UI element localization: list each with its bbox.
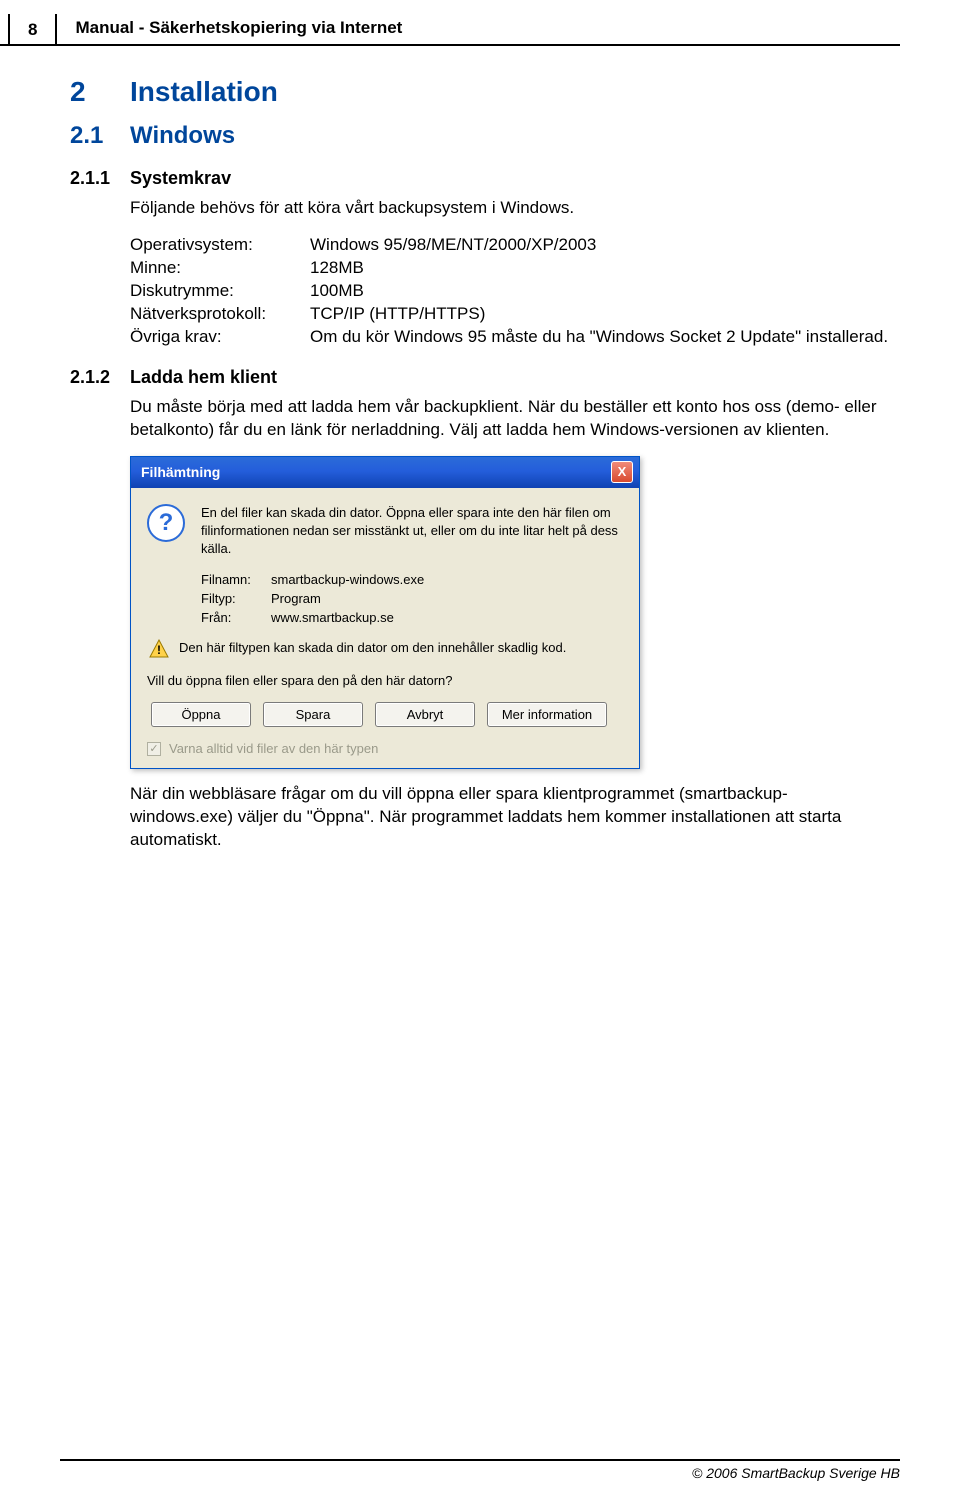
requirement-row: Operativsystem: Windows 95/98/ME/NT/2000… xyxy=(130,234,890,257)
ladda-hem-p1: Du måste börja med att ladda hem vår bac… xyxy=(130,396,890,442)
meta-label: Filtyp: xyxy=(201,591,271,606)
warning-icon: ! xyxy=(149,639,169,659)
req-label: Operativsystem: xyxy=(130,234,310,257)
req-value: Om du kör Windows 95 måste du ha "Window… xyxy=(310,326,890,349)
close-icon: X xyxy=(618,464,627,479)
meta-label: Från: xyxy=(201,610,271,625)
file-download-dialog: Filhämtning X ? En del filer kan skada d… xyxy=(130,456,640,770)
req-label: Minne: xyxy=(130,257,310,280)
save-button[interactable]: Spara xyxy=(263,702,363,727)
req-value: 128MB xyxy=(310,257,890,280)
heading-number: 2.1.2 xyxy=(70,367,130,388)
dialog-title: Filhämtning xyxy=(141,464,220,480)
open-button[interactable]: Öppna xyxy=(151,702,251,727)
req-label: Nätverksprotokoll: xyxy=(130,303,310,326)
meta-value: smartbackup-windows.exe xyxy=(271,572,424,587)
screenshot-dialog-wrap: Filhämtning X ? En del filer kan skada d… xyxy=(130,456,890,770)
requirement-row: Diskutrymme: 100MB xyxy=(130,280,890,303)
page-footer: © 2006 SmartBackup Sverige HB xyxy=(60,1459,900,1481)
question-icon: ? xyxy=(147,504,185,542)
page-number: 8 xyxy=(8,14,57,44)
req-label: Övriga krav: xyxy=(130,326,310,349)
req-value: Windows 95/98/ME/NT/2000/XP/2003 xyxy=(310,234,890,257)
heading-number: 2.1.1 xyxy=(70,168,130,189)
req-label: Diskutrymme: xyxy=(130,280,310,303)
dialog-body: ? En del filer kan skada din dator. Öppn… xyxy=(131,488,639,769)
heading-number: 2 xyxy=(70,76,130,108)
document-page: 8 Manual - Säkerhetskopiering via Intern… xyxy=(0,0,960,1509)
heading-text: Ladda hem klient xyxy=(130,367,277,388)
req-value: 100MB xyxy=(310,280,890,303)
heading-text: Installation xyxy=(130,76,278,108)
dialog-button-row: Öppna Spara Avbryt Mer information xyxy=(151,702,623,727)
close-button[interactable]: X xyxy=(611,461,633,483)
more-info-button[interactable]: Mer information xyxy=(487,702,607,727)
footer-copyright: © 2006 SmartBackup Sverige HB xyxy=(60,1459,900,1481)
dialog-prompt: Vill du öppna filen eller spara den på d… xyxy=(147,673,623,688)
dialog-warning-row: ! Den här filtypen kan skada din dator o… xyxy=(147,639,623,659)
ladda-hem-p2: När din webbläsare frågar om du vill öpp… xyxy=(130,783,890,852)
page-content: 2 Installation 2.1 Windows 2.1.1 Systemk… xyxy=(0,46,960,852)
dialog-intro-text: En del filer kan skada din dator. Öppna … xyxy=(201,504,623,559)
requirement-row: Minne: 128MB xyxy=(130,257,890,280)
meta-row-filetype: Filtyp: Program xyxy=(201,591,623,606)
svg-text:!: ! xyxy=(157,643,161,657)
meta-label: Filnamn: xyxy=(201,572,271,587)
heading-number: 2.1 xyxy=(70,122,130,150)
dialog-titlebar: Filhämtning X xyxy=(131,457,639,488)
requirements-table: Operativsystem: Windows 95/98/ME/NT/2000… xyxy=(130,234,890,349)
heading-2-1-1: 2.1.1 Systemkrav xyxy=(70,168,890,189)
meta-row-filename: Filnamn: smartbackup-windows.exe xyxy=(201,572,623,587)
heading-text: Systemkrav xyxy=(130,168,231,189)
dialog-warning-text: Den här filtypen kan skada din dator om … xyxy=(179,639,566,657)
dialog-checkbox-row: ✓ Varna alltid vid filer av den här type… xyxy=(147,741,623,756)
systemkrav-intro: Följande behövs för att köra vårt backup… xyxy=(130,197,890,220)
requirement-row: Övriga krav: Om du kör Windows 95 måste … xyxy=(130,326,890,349)
dialog-meta: Filnamn: smartbackup-windows.exe Filtyp:… xyxy=(201,572,623,625)
meta-row-from: Från: www.smartbackup.se xyxy=(201,610,623,625)
page-header: 8 Manual - Säkerhetskopiering via Intern… xyxy=(0,0,900,46)
req-value: TCP/IP (HTTP/HTTPS) xyxy=(310,303,890,326)
heading-2-1-2: 2.1.2 Ladda hem klient xyxy=(70,367,890,388)
cancel-button[interactable]: Avbryt xyxy=(375,702,475,727)
heading-text: Windows xyxy=(130,122,235,150)
warn-always-checkbox[interactable]: ✓ xyxy=(147,742,161,756)
checkbox-label: Varna alltid vid filer av den här typen xyxy=(169,741,378,756)
heading-2-1: 2.1 Windows xyxy=(70,122,890,150)
requirement-row: Nätverksprotokoll: TCP/IP (HTTP/HTTPS) xyxy=(130,303,890,326)
meta-value: www.smartbackup.se xyxy=(271,610,394,625)
heading-2: 2 Installation xyxy=(70,76,890,108)
manual-title: Manual - Säkerhetskopiering via Internet xyxy=(75,18,402,40)
dialog-intro-row: ? En del filer kan skada din dator. Öppn… xyxy=(147,504,623,559)
meta-value: Program xyxy=(271,591,321,606)
